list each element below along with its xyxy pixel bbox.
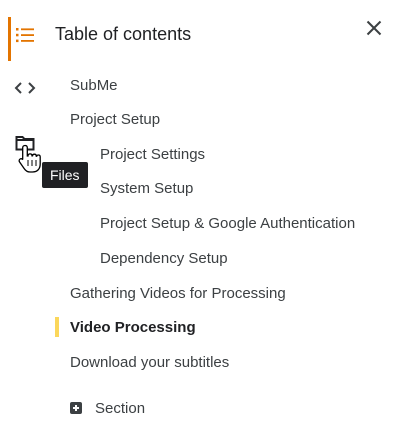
toc-item-google-auth[interactable]: Project Setup & Google Authentication — [100, 214, 355, 234]
toc-item-gathering-videos[interactable]: Gathering Videos for Processing — [70, 284, 286, 304]
close-button[interactable] — [360, 14, 388, 42]
close-icon — [366, 20, 382, 36]
files-tooltip: Files — [42, 162, 88, 188]
add-section-label: Section — [95, 399, 146, 417]
add-box-icon — [70, 402, 82, 414]
code-icon — [14, 82, 36, 94]
list-icon — [16, 28, 34, 43]
add-section-button[interactable]: Section — [70, 397, 145, 419]
toc-item-project-settings[interactable]: Project Settings — [100, 145, 205, 165]
toc-item-subme[interactable]: SubMe — [70, 76, 118, 96]
hand-cursor-icon — [18, 144, 41, 173]
side-rail — [0, 0, 50, 442]
toc-item-video-processing[interactable]: Video Processing — [70, 318, 196, 338]
panel-title: Table of contents — [55, 24, 192, 44]
toc-panel: Files Table of contents SubMe Project Se… — [0, 0, 400, 442]
toc-item-download-subtitles[interactable]: Download your subtitles — [70, 353, 229, 373]
rail-code-button[interactable] — [6, 70, 44, 106]
toc-item-system-setup[interactable]: System Setup — [100, 179, 193, 199]
toc-item-project-setup[interactable]: Project Setup — [70, 110, 160, 130]
rail-toc-button[interactable] — [6, 17, 44, 61]
current-section-marker — [55, 317, 59, 337]
toc-item-dependency-setup[interactable]: Dependency Setup — [100, 249, 228, 269]
